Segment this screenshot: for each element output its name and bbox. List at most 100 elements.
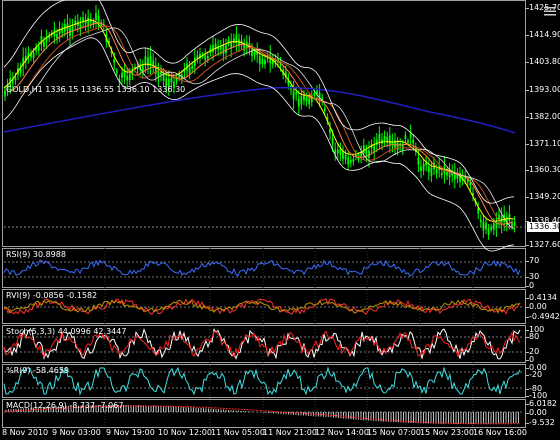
- price-axis: 1425.70 1414.90 1403.80 1393.00 1382.00 …: [525, 0, 560, 440]
- candle-body: [300, 96, 303, 105]
- candle-body: [482, 221, 485, 231]
- candle-body: [191, 65, 194, 69]
- candle-body: [32, 52, 35, 58]
- candle-body: [56, 34, 58, 39]
- candle-body: [329, 128, 331, 134]
- macd-tick: -9.532: [526, 418, 555, 427]
- candle-body: [331, 138, 334, 144]
- candle-body: [383, 136, 386, 142]
- candle-body: [297, 98, 300, 107]
- current-price-tag: 1336.30: [527, 222, 560, 232]
- time-label: 9 Nov 19:00: [106, 428, 155, 437]
- candle-body: [404, 135, 407, 139]
- candle-body: [128, 73, 131, 81]
- candle-body: [344, 154, 347, 160]
- candle-body: [243, 44, 246, 51]
- candle-body: [508, 214, 511, 221]
- price-tick: 1360.30: [525, 165, 560, 174]
- rvi-label: RVI(9) -0.0856 -0.1582: [6, 291, 98, 300]
- rsi-line: [3, 259, 521, 277]
- candle-body: [407, 140, 409, 143]
- candle-body: [430, 167, 433, 176]
- time-axis: 8 Nov 2010 9 Nov 03:00 9 Nov 19:00 10 No…: [0, 428, 527, 440]
- candle-body: [362, 145, 365, 153]
- candle-body: [308, 98, 311, 105]
- candle-body: [396, 142, 399, 151]
- candle-body: [295, 92, 298, 95]
- candle-body: [149, 56, 152, 65]
- symbol-label: GOLD,H1 1336.15 1336.55 1336.10 1336.30: [6, 85, 186, 94]
- rsi-tick: 70: [525, 256, 540, 265]
- candle-body: [232, 38, 235, 43]
- bollinger-lower: [3, 37, 515, 252]
- candle-body: [427, 166, 430, 173]
- macd-tick: 6.0182: [526, 399, 557, 408]
- candle-body: [305, 97, 308, 102]
- candle-body: [323, 108, 326, 112]
- candle-body: [206, 55, 209, 59]
- candle-body: [479, 219, 482, 223]
- candle-body: [121, 72, 123, 78]
- candle-body: [204, 54, 207, 60]
- macd-label: MACD(12,26,9) -8.737 -7.067: [6, 401, 124, 410]
- time-label: 15 Nov 07:00: [367, 428, 421, 437]
- time-label: 16 Nov 16:00: [473, 428, 527, 437]
- candle-body: [378, 134, 381, 142]
- time-label: 8 Nov 2010: [2, 428, 49, 437]
- candle-body: [170, 77, 173, 83]
- candle-body: [115, 70, 118, 74]
- ma-line-fast: [3, 19, 515, 222]
- candle-body: [253, 51, 256, 57]
- candle-body: [417, 157, 420, 165]
- candle-body: [485, 222, 487, 230]
- wpr-label: %R(9) -58.4659: [6, 366, 70, 375]
- candle-body: [188, 67, 191, 74]
- time-label: 11 Nov 21:00: [263, 428, 317, 437]
- rvi-tick: -0.4942: [526, 312, 560, 321]
- candle-body: [440, 173, 443, 176]
- stoch-label: Stoch(5,3,3) 44.0996 42.3447: [6, 327, 127, 336]
- candle-body: [40, 35, 43, 45]
- candle-body: [162, 74, 165, 81]
- ma-line-mid: [11, 22, 514, 225]
- candle-body: [368, 150, 370, 159]
- ma-line-blue: [3, 86, 516, 134]
- candle-body: [412, 139, 415, 144]
- candle-body: [113, 59, 116, 64]
- candle-body: [336, 149, 339, 154]
- time-label: 12 Nov 14:00: [315, 428, 369, 437]
- menu-icon[interactable]: [544, 6, 556, 16]
- candle-body: [212, 44, 214, 53]
- candle-body: [487, 229, 490, 235]
- candle-body: [144, 56, 147, 65]
- candle-body: [258, 55, 261, 65]
- candle-body: [347, 157, 350, 165]
- candle-body: [292, 90, 295, 100]
- candle-body: [446, 172, 448, 176]
- rsi-tick: 30: [525, 272, 540, 281]
- wpr-tick: -20: [525, 370, 543, 379]
- chart-plot-area[interactable]: [0, 0, 527, 428]
- candle-body: [14, 77, 17, 80]
- candle-body: [513, 222, 516, 227]
- candle-body: [126, 75, 129, 81]
- chart-window: GOLD,H1 1336.15 1336.55 1336.10 1336.30 …: [0, 0, 560, 440]
- candle-body: [352, 159, 355, 162]
- rsi-tick: 0: [525, 281, 535, 290]
- candle-body: [222, 45, 225, 55]
- candle-body: [342, 150, 344, 160]
- candle-body: [225, 45, 227, 53]
- candle-body: [349, 160, 352, 163]
- macd-tick: 0.00: [526, 408, 547, 417]
- price-tick: 1327.60: [525, 240, 560, 249]
- candle-body: [490, 227, 493, 230]
- rsi-label: RSI(9) 30.8988: [6, 250, 66, 259]
- candle-body: [264, 59, 266, 65]
- price-tick: 1371.10: [525, 139, 560, 148]
- candle-body: [422, 163, 425, 171]
- price-tick: 1382.00: [525, 112, 560, 121]
- price-tick: 1349.20: [525, 192, 560, 201]
- candle-body: [435, 169, 438, 174]
- candle-body: [95, 13, 97, 21]
- stoch-tick: 80: [525, 332, 540, 341]
